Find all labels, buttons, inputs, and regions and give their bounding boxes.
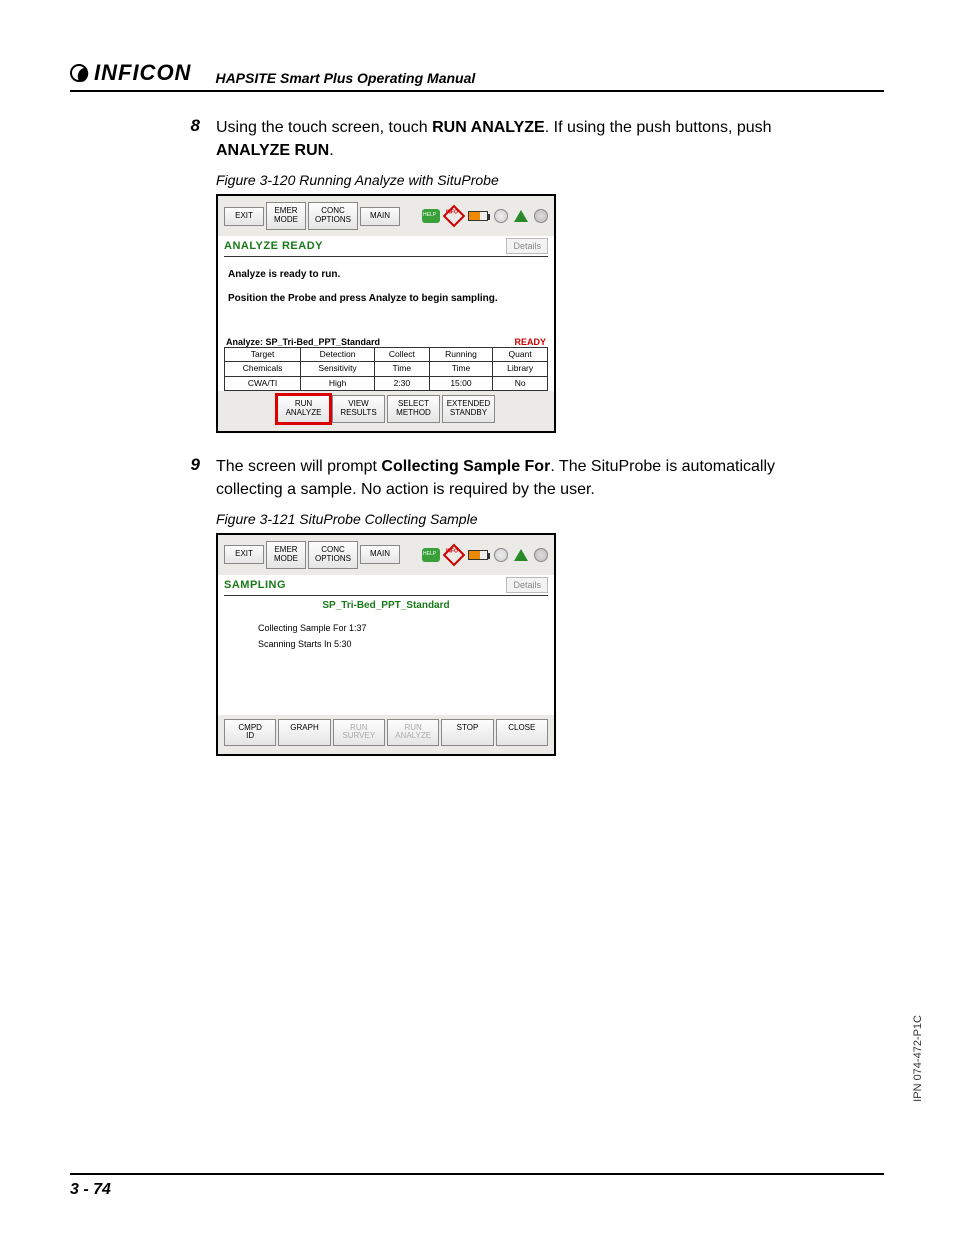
battery-icon <box>468 550 488 560</box>
step-9-number: 9 <box>180 455 200 501</box>
step-8-number: 8 <box>180 116 200 162</box>
analyze-method-label: Analyze: SP_Tri-Bed_PPT_Standard <box>226 337 380 347</box>
power-icon <box>494 209 508 223</box>
emer-mode-button[interactable]: EMERMODE <box>266 541 306 569</box>
collecting-sample-line: Collecting Sample For 1:37 <box>258 623 514 633</box>
exit-button[interactable]: EXIT <box>224 545 264 564</box>
figure-3-121-caption: Figure 3-121 SituProbe Collecting Sample <box>216 511 820 527</box>
select-method-button[interactable]: SELECTMETHOD <box>387 395 440 423</box>
ready-message-2: Position the Probe and press Analyze to … <box>228 291 544 307</box>
info-icon[interactable] <box>443 205 466 228</box>
exit-button[interactable]: EXIT <box>224 207 264 226</box>
close-button[interactable]: CLOSE <box>496 719 548 747</box>
run-survey-button: RUNSURVEY <box>333 719 385 747</box>
brand-mark-icon <box>70 64 88 82</box>
status-triangle-icon <box>514 549 528 561</box>
brand-logo: INFICON <box>70 60 191 86</box>
document-ipn: IPN 074-472-P1C <box>912 1015 924 1102</box>
step-9-text: The screen will prompt Collecting Sample… <box>216 455 820 501</box>
spacer <box>224 395 275 423</box>
help-icon[interactable] <box>422 209 440 223</box>
analyze-ready-status: ANALYZE READY <box>224 240 323 252</box>
main-button[interactable]: MAIN <box>360 545 400 564</box>
device-screenshot-121: EXIT EMERMODE CONCOPTIONS MAIN SAMPLING <box>216 533 556 756</box>
figure-3-120-caption: Figure 3-120 Running Analyze with SituPr… <box>216 172 820 188</box>
run-analyze-button[interactable]: RUNANALYZE <box>277 395 330 423</box>
view-results-button[interactable]: VIEWRESULTS <box>332 395 385 423</box>
sampling-status: SAMPLING <box>224 579 286 591</box>
power-icon <box>494 548 508 562</box>
run-analyze-button-2: RUNANALYZE <box>387 719 439 747</box>
emer-mode-button[interactable]: EMERMODE <box>266 202 306 230</box>
battery-icon <box>468 211 488 221</box>
device-screenshot-120: EXIT EMERMODE CONCOPTIONS MAIN ANALYZE R… <box>216 194 556 432</box>
globe-icon <box>534 548 548 562</box>
brand-text: INFICON <box>94 60 191 86</box>
manual-title: HAPSITE Smart Plus Operating Manual <box>215 70 475 86</box>
step-8-text: Using the touch screen, touch RUN ANALYZ… <box>216 116 820 162</box>
method-name: SP_Tri-Bed_PPT_Standard <box>218 596 554 615</box>
spacer <box>497 395 548 423</box>
globe-icon <box>534 209 548 223</box>
graph-button[interactable]: GRAPH <box>278 719 330 747</box>
cmpd-id-button[interactable]: CMPDID <box>224 719 276 747</box>
details-button[interactable]: Details <box>506 238 548 254</box>
main-button[interactable]: MAIN <box>360 207 400 226</box>
status-triangle-icon <box>514 210 528 222</box>
ready-indicator: READY <box>514 337 546 347</box>
stop-button[interactable]: STOP <box>441 719 493 747</box>
info-icon[interactable] <box>443 543 466 566</box>
conc-options-button[interactable]: CONCOPTIONS <box>308 202 358 230</box>
conc-options-button[interactable]: CONCOPTIONS <box>308 541 358 569</box>
details-button[interactable]: Details <box>506 577 548 593</box>
scanning-starts-line: Scanning Starts In 5:30 <box>258 639 514 649</box>
params-table: TargetDetectionCollectRunningQuant Chemi… <box>224 347 548 391</box>
extended-standby-button[interactable]: EXTENDEDSTANDBY <box>442 395 495 423</box>
help-icon[interactable] <box>422 548 440 562</box>
ready-message-1: Analyze is ready to run. <box>228 267 544 283</box>
page-number: 3 - 74 <box>70 1173 884 1199</box>
